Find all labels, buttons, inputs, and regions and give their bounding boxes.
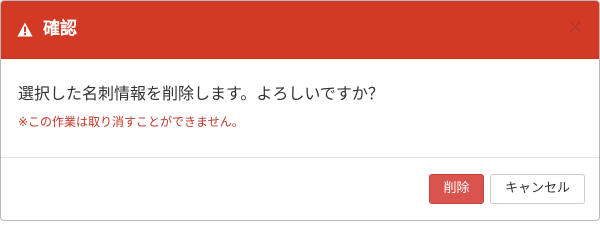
confirm-message: 選択した名刺情報を削除します。よろしいですか？ [18,84,384,103]
dialog-footer: 削除 キャンセル [1,158,599,220]
dialog-title: 確認 [43,19,77,39]
close-icon[interactable]: × [567,16,584,36]
cancel-button[interactable]: キャンセル [490,174,585,204]
dialog-header: 確認 × [1,1,599,59]
confirm-dialog: 確認 × 選択した名刺情報を削除します。よろしいですか？ ※この作業は取り消すこ… [0,0,600,221]
delete-button[interactable]: 削除 [429,174,484,204]
warning-triangle-icon [17,22,33,37]
irreversible-warning-note: ※この作業は取り消すことができません。 [18,115,244,129]
dialog-body: 選択した名刺情報を削除します。よろしいですか？ ※この作業は取り消すことができま… [1,59,599,156]
